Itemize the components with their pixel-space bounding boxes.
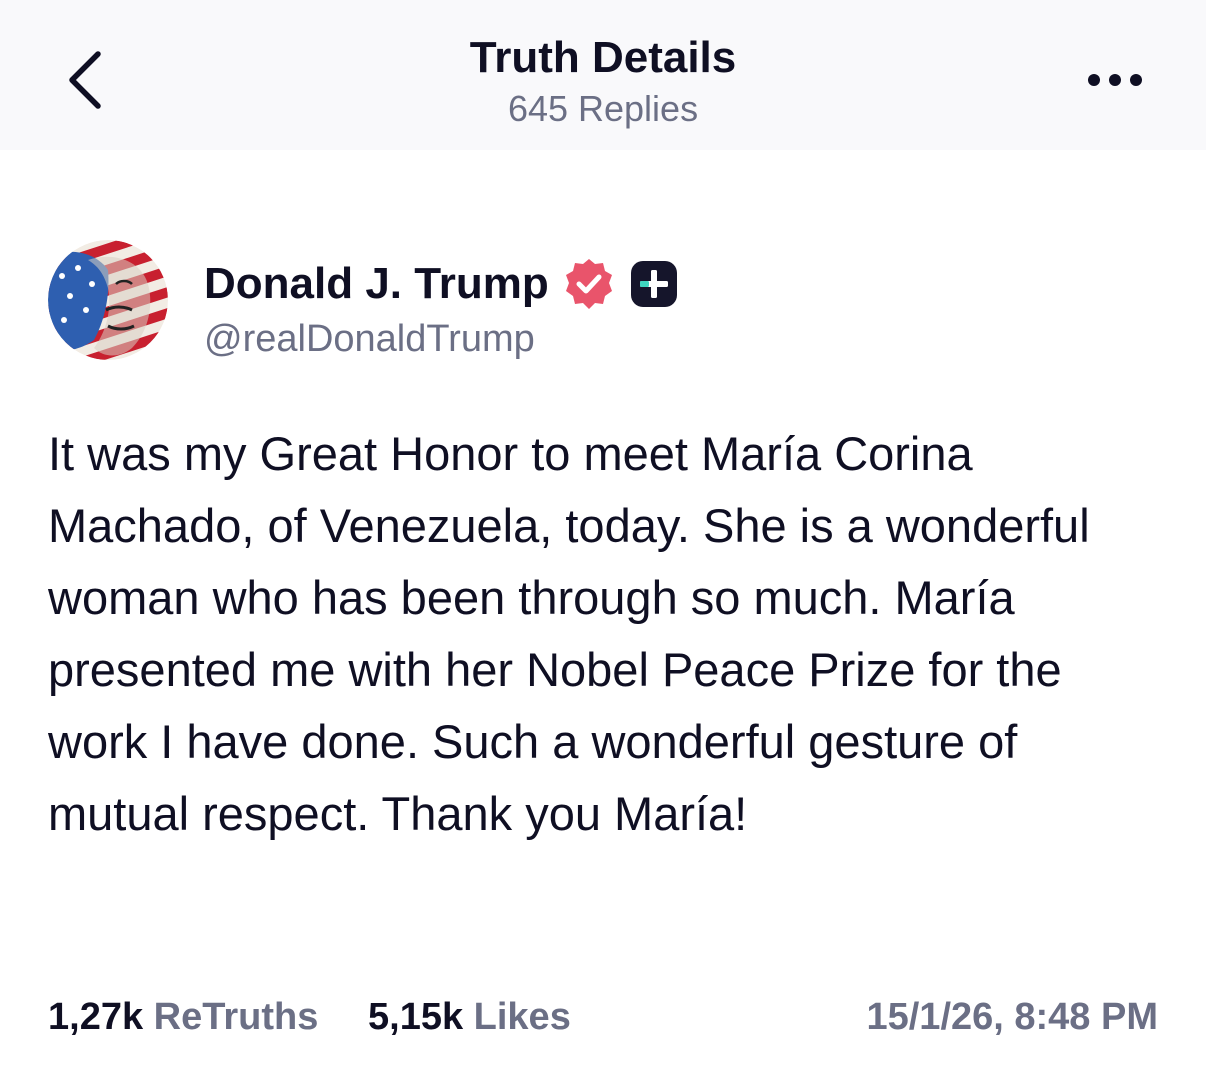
page-title: Truth Details xyxy=(469,33,737,82)
retruths-stat[interactable]: 1,27k ReTruths xyxy=(48,992,318,1042)
more-options-button[interactable] xyxy=(1080,62,1150,98)
replies-count: 645 Replies xyxy=(507,88,699,129)
avatar[interactable] xyxy=(48,240,168,360)
verified-badge-icon xyxy=(561,256,617,312)
post-stats: 1,27k ReTruths 5,15k Likes 15/1/26, 8:48… xyxy=(48,992,1158,1042)
display-name-row: Donald J. Trump xyxy=(204,254,679,314)
likes-count: 5,15k xyxy=(368,996,464,1038)
post-body: It was my Great Honor to meet María Cori… xyxy=(48,427,1090,840)
header-title-group: Truth Details 645 Replies xyxy=(0,30,1206,134)
post-timestamp: 15/1/26, 8:48 PM xyxy=(866,996,1158,1038)
avatar-image xyxy=(48,240,168,360)
user-handle[interactable]: @realDonaldTrump xyxy=(204,318,535,361)
display-name[interactable]: Donald J. Trump xyxy=(204,259,549,309)
author-block: Donald J. Trump @realDonaldTrump xyxy=(48,240,1148,370)
retruths-label: ReTruths xyxy=(153,996,319,1038)
likes-stat[interactable]: 5,15k Likes xyxy=(368,992,571,1042)
retruths-count: 1,27k xyxy=(48,996,144,1038)
ellipsis-horizontal-icon xyxy=(1088,74,1142,86)
top-bar: Truth Details 645 Replies xyxy=(0,0,1206,150)
plus-badge-icon xyxy=(629,259,679,309)
likes-label: Likes xyxy=(473,996,571,1038)
